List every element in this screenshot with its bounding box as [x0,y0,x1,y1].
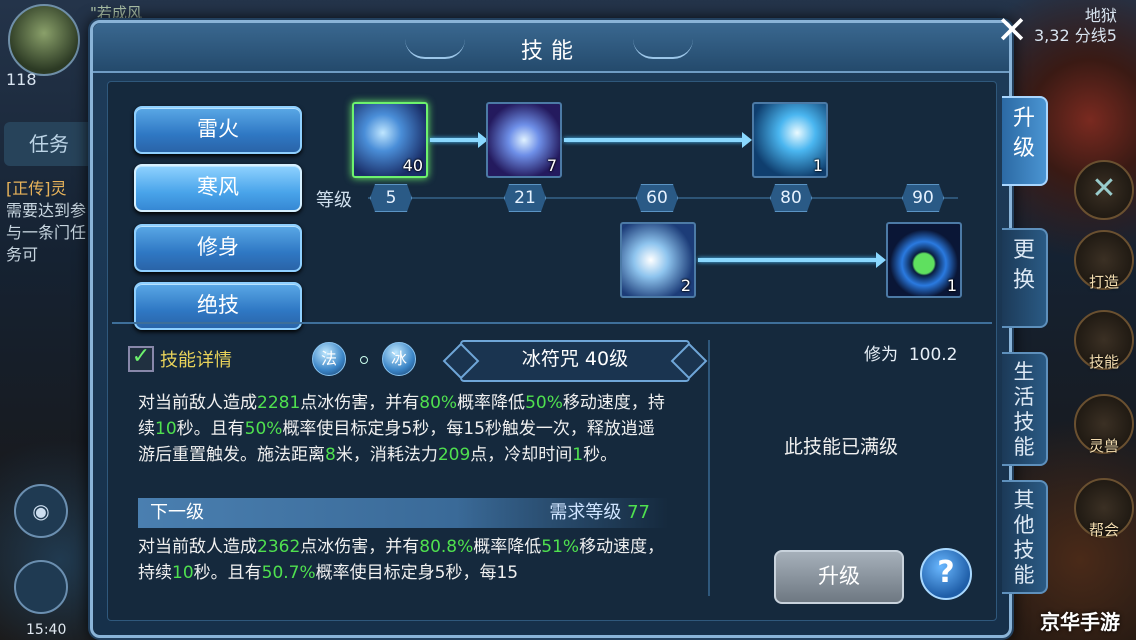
upgrade-button[interactable]: 升级 [774,550,904,604]
cultivation-value: 修为 100.2 [864,345,958,365]
panel-title: 技能 [520,39,581,64]
category-hanfeng[interactable]: 寒风 [134,164,302,212]
level-mark: 60 [636,184,678,212]
skill-level: 1 [946,276,957,295]
guild-button[interactable]: 帮会 [1074,478,1134,539]
tree-arrow [430,132,488,148]
help-button[interactable]: ? [920,548,972,600]
camera-icon[interactable]: ◉ [14,484,68,538]
skill-slot-ice-talisman[interactable]: 40 [352,102,428,178]
skill-slot-3[interactable]: 1 [752,102,828,178]
skill-level: 2 [680,276,691,295]
clock: 15:40 [26,622,67,638]
quest-tag: [正传]灵 [6,179,67,198]
panel-title-bar: 技能 [93,23,1009,73]
skill-level: 7 [546,156,557,175]
skill-menu-button[interactable]: 技能 [1074,310,1134,371]
tree-arrow [564,132,752,148]
ice-element-icon: 冰 [382,342,416,376]
detail-toggle-label[interactable]: 技能详情 [160,346,232,372]
guild-label: 帮会 [1088,521,1119,539]
skill-slot-4[interactable]: 2 [620,222,696,298]
skill-panel: 技能 雷火 寒风 修身 绝技 40 7 1 等级 5 21 60 80 90 2 [90,20,1012,638]
tab-replace[interactable]: 更换 [1002,228,1048,328]
close-icon[interactable]: ✕ [992,10,1032,50]
level-mark: 5 [370,184,412,212]
tab-upgrade[interactable]: 升级 [1002,96,1048,186]
skill-slot-2[interactable]: 7 [486,102,562,178]
section-divider [112,322,992,324]
skill-title: 冰符咒 40级 [521,348,629,370]
moon-icon[interactable] [14,560,68,614]
required-level: 需求等级 77 [549,502,650,523]
quest-text: 需要达到参与一条门任务可 [6,201,87,264]
vertical-divider [708,340,710,596]
player-avatar[interactable] [8,4,80,76]
level-mark: 90 [902,184,944,212]
level-mark: 21 [504,184,546,212]
category-leihuo[interactable]: 雷火 [134,106,302,154]
forge-label: 打造 [1088,273,1119,291]
close-circle-icon[interactable]: ✕ [1074,160,1134,220]
forge-button[interactable]: 打造 [1074,230,1134,291]
skill-title-bar: 冰符咒 40级 [460,340,690,382]
next-level-description: 对当前敌人造成2362点冰伤害，并有80.8%概率降低51%移动速度，持续10秒… [138,537,665,583]
skill-menu-label: 技能 [1088,353,1119,371]
quest-tracker[interactable]: [正传]灵 需要达到参与一条门任务可 [6,178,96,266]
current-level-description: 对当前敌人造成2281点冰伤害，并有80%概率降低50%移动速度，持续10秒。且… [138,393,665,465]
maxed-text: 此技能已满级 [784,436,899,458]
task-tab[interactable]: 任务 [4,122,94,166]
separator-dot [360,356,368,364]
map-name: 地狱 [1084,6,1117,25]
category-xiushen[interactable]: 修身 [134,224,302,272]
magic-element-icon: 法 [312,342,346,376]
pet-label: 灵兽 [1088,437,1119,455]
skill-slot-5[interactable]: 1 [886,222,962,298]
level-mark: 80 [770,184,812,212]
tree-arrow [698,252,886,268]
tab-life-skills[interactable]: 生活技能 [1002,352,1048,466]
map-info: 地狱 3,32 分线5 [1034,6,1117,46]
pet-button[interactable]: 灵兽 [1074,394,1134,455]
level-axis-label: 等级 [316,190,352,211]
detail-checkbox[interactable]: ✓ [128,346,154,372]
skill-level: 1 [812,156,823,175]
next-level-label: 下一级 [150,502,204,523]
panel-content: 雷火 寒风 修身 绝技 40 7 1 等级 5 21 60 80 90 2 1 [107,81,997,621]
player-level: 118 [6,70,37,89]
skill-level: 40 [402,156,423,175]
watermark: 京华手游 [1040,610,1120,634]
tab-other-skills[interactable]: 其他技能 [1002,480,1048,594]
map-line: 3,32 分线5 [1034,26,1117,45]
next-level-bar: 下一级 需求等级 77 [138,498,668,528]
